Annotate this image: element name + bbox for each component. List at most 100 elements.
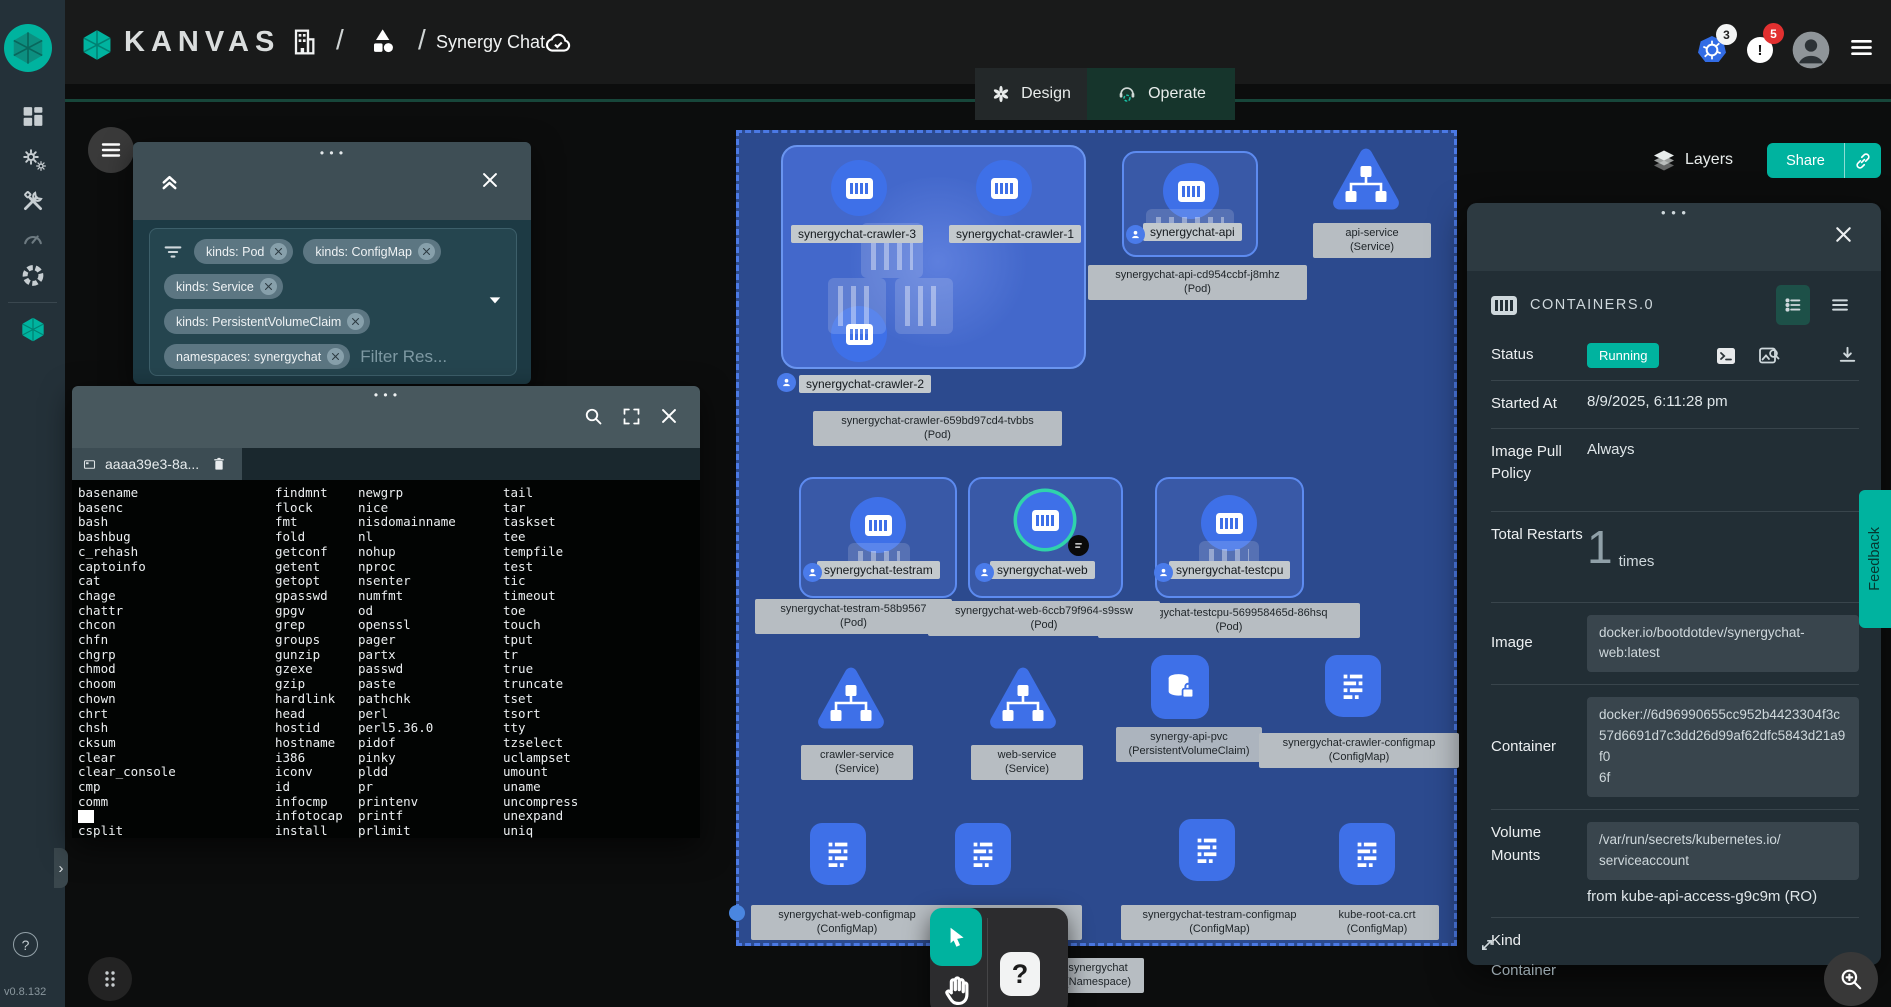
close-icon[interactable] [479, 169, 501, 191]
sidebar-item-settings[interactable] [20, 146, 46, 172]
configmap-icon-testram[interactable] [1179, 819, 1235, 881]
chip-label: namespaces: synergychat [176, 350, 321, 364]
toolbar-divider [987, 918, 988, 1007]
close-icon[interactable] [658, 405, 680, 427]
sidebar-item-conformance[interactable] [19, 262, 46, 289]
started-at-label: Started At [1491, 393, 1587, 416]
fullscreen-icon[interactable] [621, 406, 642, 427]
expand-panel-icon[interactable] [1477, 935, 1497, 955]
pod-action-badge-icon[interactable] [1068, 535, 1089, 556]
image-value[interactable]: docker.io/bootdotdev/synergychat- web:la… [1587, 615, 1859, 673]
trash-icon[interactable] [211, 456, 227, 472]
configmap-icon-kube-root-ca[interactable] [1339, 823, 1395, 885]
chip-remove-icon[interactable] [418, 243, 435, 260]
pod-name-chip[interactable]: synergychat-crawler-2 [799, 375, 931, 393]
design-name[interactable]: Synergy Chat [436, 32, 545, 53]
namespace-selection-region[interactable]: synergychat-crawler-3 synergychat-crawle… [736, 130, 1457, 946]
scan-image-icon[interactable] [1757, 344, 1781, 368]
operate-headset-icon [1116, 83, 1138, 105]
pod-name-chip[interactable]: synergychat-crawler-3 [791, 225, 923, 243]
configmap-icon-crawler[interactable] [1325, 655, 1381, 717]
chevron-down-icon[interactable] [486, 291, 504, 309]
help-button[interactable]: ? [13, 932, 38, 957]
crawler-pod-group[interactable]: synergychat-crawler-3 synergychat-crawle… [781, 145, 1086, 369]
quick-actions-button[interactable] [88, 957, 132, 1001]
container-id-value[interactable]: docker://6d96990655cc952b4423304f3c 57d6… [1587, 697, 1859, 797]
status-badge: Running [1587, 343, 1659, 368]
configmap-icon-web[interactable] [810, 823, 866, 885]
pod-name-chip[interactable]: synergychat-crawler-1 [949, 225, 1081, 243]
service-icon-api-service[interactable] [1326, 146, 1406, 220]
owner-badge-icon [975, 563, 994, 582]
terminal-tab[interactable]: aaaa39e3-8a... [72, 448, 242, 480]
open-terminal-icon[interactable] [1714, 344, 1738, 368]
sidebar-item-kanvas-active[interactable] [19, 316, 46, 343]
sidebar-expand-handle[interactable]: › [54, 848, 68, 888]
terminal-window: aaaa39e3-8a... basename basenc bash bash… [72, 386, 700, 838]
sidebar-item-dashboard[interactable] [20, 104, 45, 129]
status-row: Status Running [1491, 331, 1859, 381]
terminal-tab-title: aaaa39e3-8a... [105, 456, 199, 472]
owner-badge-icon [803, 563, 822, 582]
pan-tool-button[interactable] [934, 968, 980, 1007]
sidebar-item-performance[interactable] [20, 226, 45, 251]
pod-node-testram[interactable]: synergychat-testram [799, 477, 957, 598]
terminal-cursor [78, 810, 94, 823]
download-logs-icon[interactable] [1836, 344, 1859, 367]
pod-name-chip: synergychat-testram [817, 561, 940, 579]
detail-view-toggle-icon[interactable] [1776, 285, 1810, 325]
filter-panel-header[interactable] [133, 142, 531, 220]
list-view-toggle-icon[interactable] [1823, 285, 1857, 325]
resource-label: synergychat-web-configmap (ConfigMap) [751, 905, 943, 940]
chip-remove-icon[interactable] [270, 243, 287, 260]
share-button[interactable]: Share [1767, 153, 1844, 169]
volume-mounts-value[interactable]: /var/run/secrets/kubernetes.io/ servicea… [1587, 822, 1859, 880]
pod-icon-crawler-3[interactable] [831, 160, 887, 216]
pvc-icon-synergy-api-pvc[interactable] [1151, 655, 1209, 719]
terminal-header[interactable] [72, 386, 700, 448]
filter-icon [162, 241, 184, 263]
terminal-tabbar: aaaa39e3-8a... [72, 448, 700, 480]
tab-operate[interactable]: Operate [1087, 68, 1235, 120]
pod-icon-crawler-1[interactable] [976, 160, 1032, 216]
feedback-tab[interactable]: Feedback [1859, 490, 1891, 628]
search-icon[interactable] [583, 406, 604, 427]
pod-node-api[interactable]: synergychat-api [1122, 151, 1258, 257]
collapse-icon[interactable] [157, 168, 182, 193]
total-restarts-label: Total Restarts [1491, 524, 1587, 547]
close-icon[interactable] [1832, 223, 1855, 246]
pod-node-testcpu[interactable]: synergychat-testcpu [1155, 477, 1304, 598]
pod-node-web-selected[interactable]: synergychat-web [968, 477, 1123, 598]
cloud-saved-icon [543, 28, 573, 58]
chip-remove-icon[interactable] [347, 313, 364, 330]
breadcrumb-separator-2 [418, 24, 426, 56]
sidebar-item-toolkit[interactable] [20, 188, 46, 214]
sidebar-divider [8, 302, 57, 303]
copy-link-button[interactable] [1845, 151, 1881, 171]
drag-handle-icon[interactable] [1661, 205, 1687, 220]
zoom-in-button[interactable] [1824, 952, 1878, 1006]
filter-input-placeholder[interactable]: Filter Res... [360, 347, 447, 367]
meshery-logo[interactable] [4, 24, 52, 72]
selection-edge-handle[interactable] [729, 905, 745, 921]
organization-icon[interactable] [288, 26, 320, 58]
app-menu-icon[interactable] [1848, 34, 1875, 61]
filter-input-box[interactable]: kinds: Pod kinds: ConfigMap kinds: Servi… [149, 228, 517, 376]
help-tool-button[interactable]: ? [1000, 952, 1040, 996]
service-icon-crawler-service[interactable] [811, 665, 891, 739]
workspace-shapes-icon[interactable] [366, 26, 398, 58]
restart-count-suffix: times [1619, 553, 1655, 570]
drag-handle-icon[interactable] [320, 146, 344, 160]
layers-button[interactable]: Layers [1652, 148, 1733, 172]
resource-label: kube-root-ca.crt (ConfigMap) [1315, 905, 1439, 940]
configmap-icon-api[interactable] [955, 823, 1011, 885]
chip-remove-icon[interactable] [327, 348, 344, 365]
filter-chip: namespaces: synergychat [164, 344, 350, 369]
avatar[interactable] [1791, 30, 1831, 70]
dock-menu-button[interactable] [88, 127, 134, 173]
chip-remove-icon[interactable] [260, 278, 277, 295]
tab-design[interactable]: Design [975, 68, 1087, 120]
drag-handle-icon[interactable] [374, 388, 398, 402]
service-icon-web-service[interactable] [983, 665, 1063, 739]
select-tool-button[interactable] [930, 908, 982, 966]
